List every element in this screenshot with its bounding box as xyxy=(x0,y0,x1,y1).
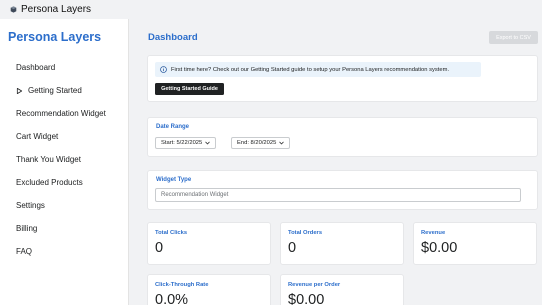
end-date-picker[interactable]: End: 8/20/2025 xyxy=(231,137,291,149)
metric-value: 0.0% xyxy=(155,292,189,305)
info-text: First time here? Check out our Getting S… xyxy=(171,66,450,73)
sidebar-item-getting-started[interactable]: Getting Started xyxy=(16,86,82,95)
sidebar-item-label: Recommendation Widget xyxy=(16,109,106,118)
getting-started-guide-button[interactable]: Getting Started Guide xyxy=(155,83,224,95)
sidebar-item-label: Excluded Products xyxy=(16,178,83,187)
chevron-down-icon xyxy=(279,141,285,145)
metric-label: Total Orders xyxy=(288,230,323,236)
play-arrow-icon xyxy=(16,87,23,94)
app-title: Persona Layers xyxy=(21,4,92,15)
end-date-value: End: 8/20/2025 xyxy=(237,140,277,146)
top-bar: Persona Layers xyxy=(0,0,542,19)
start-date-value: Start: 5/22/2025 xyxy=(161,140,203,146)
metric-label: Revenue per Order xyxy=(288,282,341,288)
sidebar-item-dashboard[interactable]: Dashboard xyxy=(16,63,55,72)
metric-label: Revenue xyxy=(421,230,446,236)
metric-label: Click-Through Rate xyxy=(155,282,209,288)
sidebar-item-label: FAQ xyxy=(16,247,33,256)
sidebar-item-settings[interactable]: Settings xyxy=(16,201,45,210)
sidebar-item-thank-you-widget[interactable]: Thank You Widget xyxy=(16,155,81,164)
metric-value: 0 xyxy=(155,240,164,256)
getting-started-card: First time here? Check out our Getting S… xyxy=(147,55,538,102)
chevron-down-icon xyxy=(205,141,211,145)
info-banner: First time here? Check out our Getting S… xyxy=(155,62,481,77)
export-csv-button[interactable]: Export to CSV xyxy=(489,31,538,44)
metric-revenue: Revenue $0.00 xyxy=(413,222,537,265)
sidebar-item-recommendation-widget[interactable]: Recommendation Widget xyxy=(16,109,106,118)
sidebar-item-label: Settings xyxy=(16,201,45,210)
sidebar-brand: Persona Layers xyxy=(8,30,102,44)
date-range-label: Date Range xyxy=(156,124,190,130)
sidebar-item-excluded-products[interactable]: Excluded Products xyxy=(16,178,83,187)
sidebar-item-label: Thank You Widget xyxy=(16,155,81,164)
date-range-card: Date Range Start: 5/22/2025 End: 8/20/20… xyxy=(147,117,538,157)
sidebar-item-label: Billing xyxy=(16,224,38,233)
sidebar: Persona Layers Dashboard Getting Started… xyxy=(0,19,129,305)
sidebar-item-label: Getting Started xyxy=(28,86,82,95)
widget-type-card: Widget Type Recommendation Widget xyxy=(147,170,538,210)
info-circle-icon xyxy=(160,66,167,73)
metric-click-through-rate: Click-Through Rate 0.0% xyxy=(147,274,271,305)
start-date-picker[interactable]: Start: 5/22/2025 xyxy=(155,137,217,149)
main-content: Dashboard Export to CSV First time here?… xyxy=(129,19,542,305)
widget-type-select[interactable]: Recommendation Widget xyxy=(155,188,521,202)
metric-value: $0.00 xyxy=(421,240,458,256)
sidebar-item-label: Dashboard xyxy=(16,63,56,72)
metric-revenue-per-order: Revenue per Order $0.00 xyxy=(280,274,404,305)
metric-label: Total Clicks xyxy=(155,230,188,236)
page-title: Dashboard xyxy=(148,32,198,43)
sidebar-item-label: Cart Widget xyxy=(16,132,59,141)
metric-value: $0.00 xyxy=(288,292,325,305)
app-logo-icon xyxy=(10,6,17,13)
sidebar-item-billing[interactable]: Billing xyxy=(16,224,37,233)
widget-type-label: Widget Type xyxy=(156,177,192,183)
metric-value: 0 xyxy=(288,240,297,256)
metric-total-clicks: Total Clicks 0 xyxy=(147,222,271,265)
sidebar-item-faq[interactable]: FAQ xyxy=(16,247,32,256)
sidebar-item-cart-widget[interactable]: Cart Widget xyxy=(16,132,58,141)
metric-total-orders: Total Orders 0 xyxy=(280,222,404,265)
